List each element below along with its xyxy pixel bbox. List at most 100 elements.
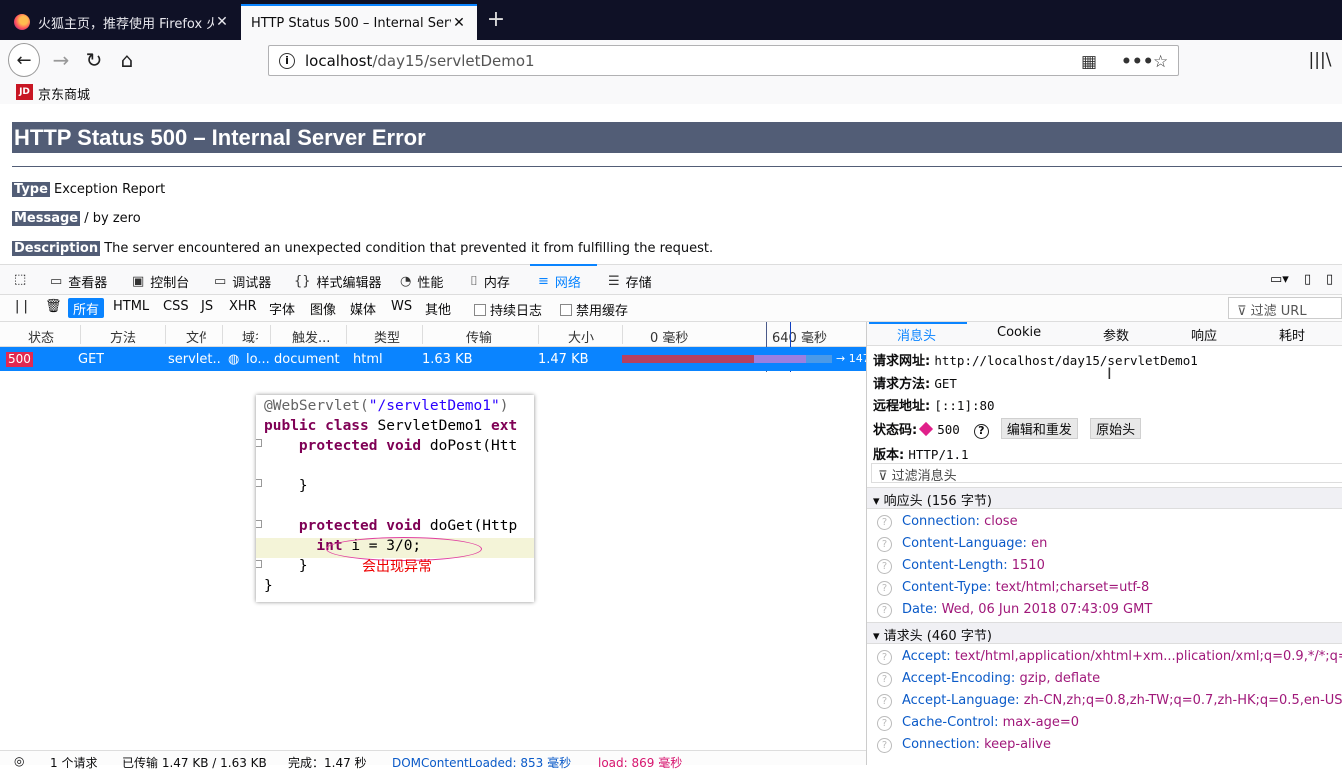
back-button[interactable]: ← <box>8 43 40 77</box>
col-method[interactable]: 方法 <box>110 327 136 346</box>
filter-xhr[interactable]: XHR <box>224 298 262 318</box>
home-button[interactable]: ⌂ <box>111 44 143 76</box>
help-icon: ? <box>877 738 892 753</box>
finish-time: 完成：1.47 秒 <box>288 756 367 770</box>
forward-button[interactable]: → <box>45 44 77 76</box>
fold-marker <box>256 560 262 568</box>
col-size[interactable]: 大小 <box>568 327 594 346</box>
filter-js[interactable]: JS <box>196 298 218 318</box>
qr-code-icon[interactable]: ▦ <box>1081 52 1097 72</box>
tab-debugger[interactable]: ▭ 调试器 <box>214 272 271 291</box>
dock-icon[interactable]: ▭▾ <box>1270 272 1289 287</box>
request-method-row: 请求方法: GET <box>873 376 957 392</box>
col-transferred[interactable]: 传输 <box>466 327 492 346</box>
col-type[interactable]: 类型 <box>374 327 400 346</box>
table-row[interactable]: 500 GET servlet... ◍ lo... document html… <box>0 347 870 371</box>
header-row: ? Accept: text/html,application/xhtml+xm.… <box>877 649 1342 665</box>
status-code-row: 状态码: 500? 编辑和重发 原始头 <box>873 418 1142 439</box>
reload-button[interactable]: ↻ <box>78 44 110 76</box>
tab-console[interactable]: ▣ 控制台 <box>132 272 189 291</box>
request-headers-section[interactable]: ▾ 请求头 (460 字节) <box>867 622 1342 644</box>
filter-images[interactable]: 图像 <box>305 298 341 318</box>
tab-http-status[interactable]: HTTP Status 500 – Internal Serve ✕ <box>241 4 477 40</box>
row-file: servlet... <box>168 352 220 367</box>
bookmark-jd[interactable]: 京东商城 <box>38 84 90 103</box>
waterfall-receiving <box>806 355 832 363</box>
tab-style-editor[interactable]: {} 样式编辑器 <box>294 272 382 291</box>
close-icon[interactable]: ✕ <box>214 14 230 30</box>
col-status[interactable]: 状态 <box>28 327 54 346</box>
response-headers-section[interactable]: ▾ 响应头 (156 字节) <box>867 487 1342 509</box>
close-icon[interactable]: ✕ <box>451 15 467 31</box>
info-icon[interactable]: i <box>279 52 295 69</box>
help-icon: ? <box>877 537 892 552</box>
performance-icon[interactable]: ◎ <box>14 754 24 768</box>
tab-cookies[interactable]: Cookie <box>997 325 1041 340</box>
waterfall-waiting <box>754 355 806 363</box>
filter-url-input[interactable]: ⊽ 过滤 URL <box>1228 297 1342 319</box>
row-size: 1.47 KB <box>538 352 589 367</box>
tab-performance[interactable]: ◔ 性能 <box>400 272 443 291</box>
library-button[interactable]: |||\ <box>1304 44 1336 76</box>
filter-headers-input[interactable]: ⊽ 过滤消息头 <box>871 463 1342 484</box>
filter-ws[interactable]: WS <box>386 298 417 318</box>
jd-logo-icon: JD <box>16 84 33 100</box>
header-row: ? Accept-Language: zh-CN,zh;q=0.8,zh-TW;q… <box>877 693 1342 709</box>
tab-firefox-home[interactable]: 火狐主页，推荐使用 Firefox 火 ✕ <box>4 4 240 40</box>
library-icon: |||\ <box>1308 50 1332 70</box>
help-icon: ? <box>877 515 892 530</box>
col-waterfall-640: 640 毫秒 <box>772 331 827 346</box>
version-row: 版本: HTTP/1.1 <box>873 447 969 463</box>
filter-html[interactable]: HTML <box>108 298 154 318</box>
col-cause[interactable]: 触发... <box>292 327 330 346</box>
filter-fonts[interactable]: 字体 <box>264 298 300 318</box>
page-title: HTTP Status 500 – Internal Server Error <box>12 122 1342 153</box>
help-icon: ? <box>877 716 892 731</box>
filter-other[interactable]: 其他 <box>420 298 456 318</box>
page-actions-button[interactable]: ••• <box>1121 52 1154 72</box>
network-filter-bar: | | 🗑 所有 HTML CSS JS XHR 字体 图像 媒体 WS 其他 … <box>0 295 1342 322</box>
element-picker-icon[interactable]: ⬚ <box>14 272 26 287</box>
header-row: ? Accept-Encoding: gzip, deflate <box>877 671 1100 687</box>
arrow-left-icon: ← <box>16 49 32 71</box>
filter-all[interactable]: 所有 <box>68 298 105 318</box>
split-icon[interactable]: ▯ <box>1304 272 1311 287</box>
url-bar[interactable]: i localhost/day15/servletDemo1 ▦ ••• ☆ <box>268 45 1179 76</box>
help-icon[interactable]: ? <box>973 424 989 439</box>
globe-icon: ◍ <box>228 352 240 367</box>
tab-headers[interactable]: 消息头 <box>897 325 936 344</box>
edit-resend-button[interactable]: 编辑和重发 <box>1000 418 1078 439</box>
request-details-panel: 消息头 Cookie 参数 响应 耗时 请求网址: http://localho… <box>866 322 1342 765</box>
tab-storage[interactable]: ☰ 存储 <box>608 272 652 291</box>
tab-timings[interactable]: 耗时 <box>1279 325 1305 344</box>
tab-network[interactable]: ≡ 网络 <box>538 272 581 291</box>
inspector-icon: ▭ <box>50 274 63 289</box>
more-icon[interactable]: ▯ <box>1326 272 1333 287</box>
header-row: ? Content-Length: 1510 <box>877 558 1045 574</box>
trash-icon[interactable]: 🗑 <box>40 298 67 318</box>
tab-memory[interactable]: ⌷ 内存 <box>470 272 510 291</box>
tab-inspector[interactable]: ▭ 查看器 <box>50 272 107 291</box>
col-domain[interactable]: 域名 <box>242 327 258 346</box>
firefox-icon <box>14 14 30 30</box>
filter-media[interactable]: 媒体 <box>345 298 381 318</box>
braces-icon: {} <box>294 274 311 289</box>
reload-icon: ↻ <box>85 48 103 72</box>
row-timing: → 147 <box>836 352 870 365</box>
filter-icon: ⊽ <box>878 469 888 484</box>
col-file[interactable]: 文件 <box>186 327 206 346</box>
pause-icon[interactable]: | | <box>10 298 33 318</box>
tab-response[interactable]: 响应 <box>1191 325 1217 344</box>
bookmark-star-icon[interactable]: ☆ <box>1153 52 1168 72</box>
code-line: protected void doPost(Htt <box>298 438 518 454</box>
row-domain: lo... <box>246 352 270 367</box>
code-line: @WebServlet("/servletDemo1") <box>264 398 509 414</box>
raw-headers-button[interactable]: 原始头 <box>1090 418 1142 439</box>
disable-cache-checkbox[interactable]: 禁用缓存 <box>560 300 628 319</box>
help-icon: ? <box>877 603 892 618</box>
persist-logs-checkbox[interactable]: 持续日志 <box>474 300 542 319</box>
filter-css[interactable]: CSS <box>158 298 194 318</box>
new-tab-button[interactable]: + <box>484 8 508 34</box>
header-row: ? Connection: keep-alive <box>877 737 1051 753</box>
tab-params[interactable]: 参数 <box>1103 325 1129 344</box>
